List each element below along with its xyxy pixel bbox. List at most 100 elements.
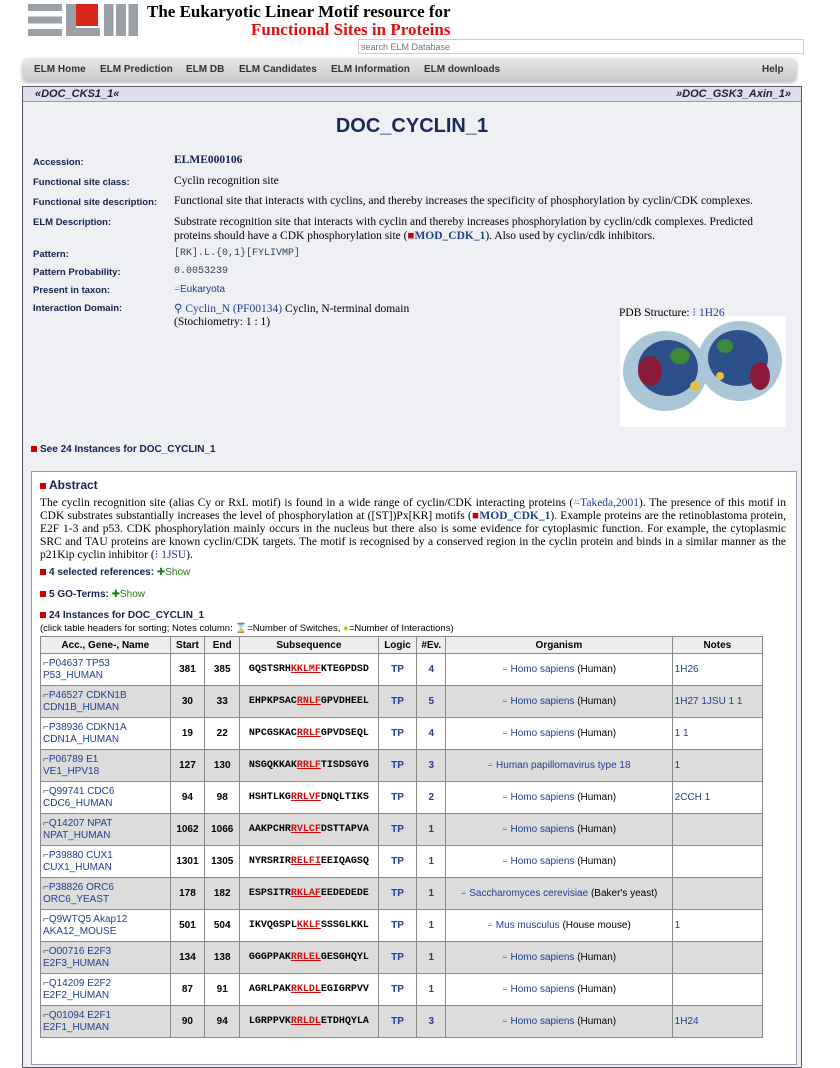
accession-cell[interactable]: ⌐P38826 ORC6 ORC6_YEAST: [40, 877, 171, 910]
evidence-cell[interactable]: 1: [416, 909, 447, 942]
accession-cell[interactable]: ⌐P38936 CDKN1A CDN1A_HUMAN: [40, 717, 171, 750]
col-evidence[interactable]: #Ev.: [416, 636, 447, 654]
evidence-cell[interactable]: 1: [416, 941, 447, 974]
organism-cell[interactable]: ⍨ Homo sapiens (Human): [445, 1005, 673, 1038]
subsequence-cell: EHPKPSACRNLFGPVDHEEL: [239, 685, 379, 718]
accession-cell[interactable]: ⌐Q9WTQ5 Akap12 AKA12_MOUSE: [40, 909, 171, 942]
notes-cell[interactable]: [671, 941, 764, 974]
nav-elm-candidates[interactable]: ELM Candidates: [239, 64, 317, 75]
start-cell: 381: [169, 653, 206, 686]
col-organism[interactable]: Organism: [445, 636, 673, 654]
evidence-cell[interactable]: 1: [416, 845, 447, 878]
taxon-icon: ⍨: [501, 664, 508, 675]
ref-1jsu-link[interactable]: ⁝ 1JSU: [155, 549, 186, 561]
pdb-structure-image[interactable]: [620, 316, 786, 427]
end-cell: 98: [204, 781, 241, 814]
evidence-cell[interactable]: 3: [416, 1005, 447, 1038]
nav-elm-information[interactable]: ELM Information: [331, 64, 410, 75]
taxon-link[interactable]: ⍨Eukaryota: [174, 284, 225, 295]
search-input[interactable]: [358, 39, 804, 54]
organism-cell[interactable]: ⍨ Homo sapiens (Human): [445, 717, 673, 750]
logic-cell: TP: [377, 813, 418, 846]
subsequence-cell: GGGPPAKRRLELGESGHQYL: [239, 941, 379, 974]
organism-cell[interactable]: ⍨ Homo sapiens (Human): [445, 685, 673, 718]
organism-cell[interactable]: ⍨ Homo sapiens (Human): [445, 813, 673, 846]
goterms-show-button[interactable]: ✚Show: [112, 589, 145, 600]
col-acc[interactable]: Acc., Gene-, Name: [40, 636, 171, 654]
evidence-cell[interactable]: 1: [416, 813, 447, 846]
accession-cell[interactable]: ⌐Q99741 CDC6 CDC6_HUMAN: [40, 781, 171, 814]
references-show-button[interactable]: ✚Show: [157, 567, 190, 578]
entry-panel: «DOC_CKS1_1« »DOC_GSK3_Axin_1» DOC_CYCLI…: [22, 86, 802, 1068]
logic-cell: TP: [377, 749, 418, 782]
organism-cell[interactable]: ⍨ Saccharomyces cerevisiae (Baker's yeas…: [445, 877, 673, 910]
taxon-icon: ⍨: [501, 696, 508, 707]
subsequence-cell: NSGQKKAKRRLFTISDSGYG: [239, 749, 379, 782]
pfam-link[interactable]: ⚲ Cyclin_N (PF00134): [174, 303, 282, 315]
mod-cdk-link[interactable]: MOD_CDK_1: [414, 230, 485, 242]
accession-cell[interactable]: ⌐O00716 E2F3 E2F3_HUMAN: [40, 941, 171, 974]
ref-takeda-link[interactable]: ⍨Takeda,2001: [573, 497, 639, 509]
notes-cell[interactable]: 1 1: [671, 717, 764, 750]
nav-elm-downloads[interactable]: ELM downloads: [424, 64, 500, 75]
abstract-mod-cdk-link[interactable]: MOD_CDK_1: [479, 510, 550, 522]
col-end[interactable]: End: [204, 636, 241, 654]
evidence-cell[interactable]: 1: [416, 973, 447, 1006]
taxon-icon: ⍨: [501, 1016, 508, 1027]
notes-cell[interactable]: 1H27 1JSU 1 1: [671, 685, 764, 718]
table-row: ⌐P06789 E1 VE1_HPV18 127 130 NSGQKKAKRRLFTIS…: [40, 749, 764, 782]
organism-cell[interactable]: ⍨ Homo sapiens (Human): [445, 781, 673, 814]
elm-logo[interactable]: [28, 4, 138, 36]
pattern-value: [RK].L.{0,1}[FYLIVMP]: [174, 248, 301, 259]
accession-value: ELME000106: [174, 154, 243, 166]
organism-cell[interactable]: ⍨ Homo sapiens (Human): [445, 941, 673, 974]
accession-cell[interactable]: ⌐Q01094 E2F1 E2F1_HUMAN: [40, 1005, 171, 1038]
notes-cell[interactable]: [671, 973, 764, 1006]
organism-cell[interactable]: ⍨ Mus musculus (House mouse): [445, 909, 673, 942]
organism-cell[interactable]: ⍨ Homo sapiens (Human): [445, 845, 673, 878]
prev-entry-link[interactable]: «DOC_CKS1_1«: [35, 88, 119, 100]
nav-help[interactable]: Help: [762, 64, 784, 75]
accession-cell[interactable]: ⌐P46527 CDKN1B CDN1B_HUMAN: [40, 685, 171, 718]
col-subsequence[interactable]: Subsequence: [239, 636, 379, 654]
accession-cell[interactable]: ⌐P39880 CUX1 CUX1_HUMAN: [40, 845, 171, 878]
notes-cell[interactable]: 1H26: [671, 653, 764, 686]
taxon-icon: ⍨: [501, 984, 508, 995]
evidence-cell[interactable]: 4: [416, 653, 447, 686]
organism-cell[interactable]: ⍨ Human papillomavirus type 18: [445, 749, 673, 782]
col-notes[interactable]: Notes: [671, 636, 764, 654]
taxon-icon: ⍨: [501, 856, 508, 867]
probability-label: Pattern Probability:: [33, 267, 121, 278]
evidence-cell[interactable]: 1: [416, 877, 447, 910]
accession-cell[interactable]: ⌐Q14207 NPAT NPAT_HUMAN: [40, 813, 171, 846]
notes-cell[interactable]: 1: [671, 749, 764, 782]
end-cell: 33: [204, 685, 241, 718]
abstract-text: The cyclin recognition site (alias Cy or…: [40, 497, 786, 561]
notes-cell[interactable]: [671, 877, 764, 910]
accession-cell[interactable]: ⌐Q14209 E2F2 E2F2_HUMAN: [40, 973, 171, 1006]
evidence-cell[interactable]: 5: [416, 685, 447, 718]
nav-elm-home[interactable]: ELM Home: [34, 64, 86, 75]
evidence-cell[interactable]: 3: [416, 749, 447, 782]
description-label: Functional site description:: [33, 197, 158, 208]
nav-elm-db[interactable]: ELM DB: [186, 64, 224, 75]
col-logic[interactable]: Logic: [377, 636, 418, 654]
next-entry-link[interactable]: »DOC_GSK3_Axin_1»: [676, 88, 791, 100]
table-row: ⌐Q14209 E2F2 E2F2_HUMAN 87 91 AGRLPAKRKLDLEG…: [40, 973, 764, 1006]
organism-cell[interactable]: ⍨ Homo sapiens (Human): [445, 653, 673, 686]
notes-cell[interactable]: 2CCH 1: [671, 781, 764, 814]
notes-cell[interactable]: [671, 845, 764, 878]
notes-cell[interactable]: 1H24: [671, 1005, 764, 1038]
start-cell: 1301: [169, 845, 206, 878]
notes-cell[interactable]: [671, 813, 764, 846]
organism-cell[interactable]: ⍨ Homo sapiens (Human): [445, 973, 673, 1006]
see-instances-link[interactable]: See 24 Instances for DOC_CYCLIN_1: [31, 444, 216, 455]
evidence-cell[interactable]: 4: [416, 717, 447, 750]
notes-cell[interactable]: 1: [671, 909, 764, 942]
col-start[interactable]: Start: [169, 636, 206, 654]
accession-cell[interactable]: ⌐P06789 E1 VE1_HPV18: [40, 749, 171, 782]
table-row: ⌐P38936 CDKN1A CDN1A_HUMAN 19 22 NPCGSKACRRL…: [40, 717, 764, 750]
evidence-cell[interactable]: 2: [416, 781, 447, 814]
nav-elm-prediction[interactable]: ELM Prediction: [100, 64, 173, 75]
accession-cell[interactable]: ⌐P04637 TP53 P53_HUMAN: [40, 653, 171, 686]
